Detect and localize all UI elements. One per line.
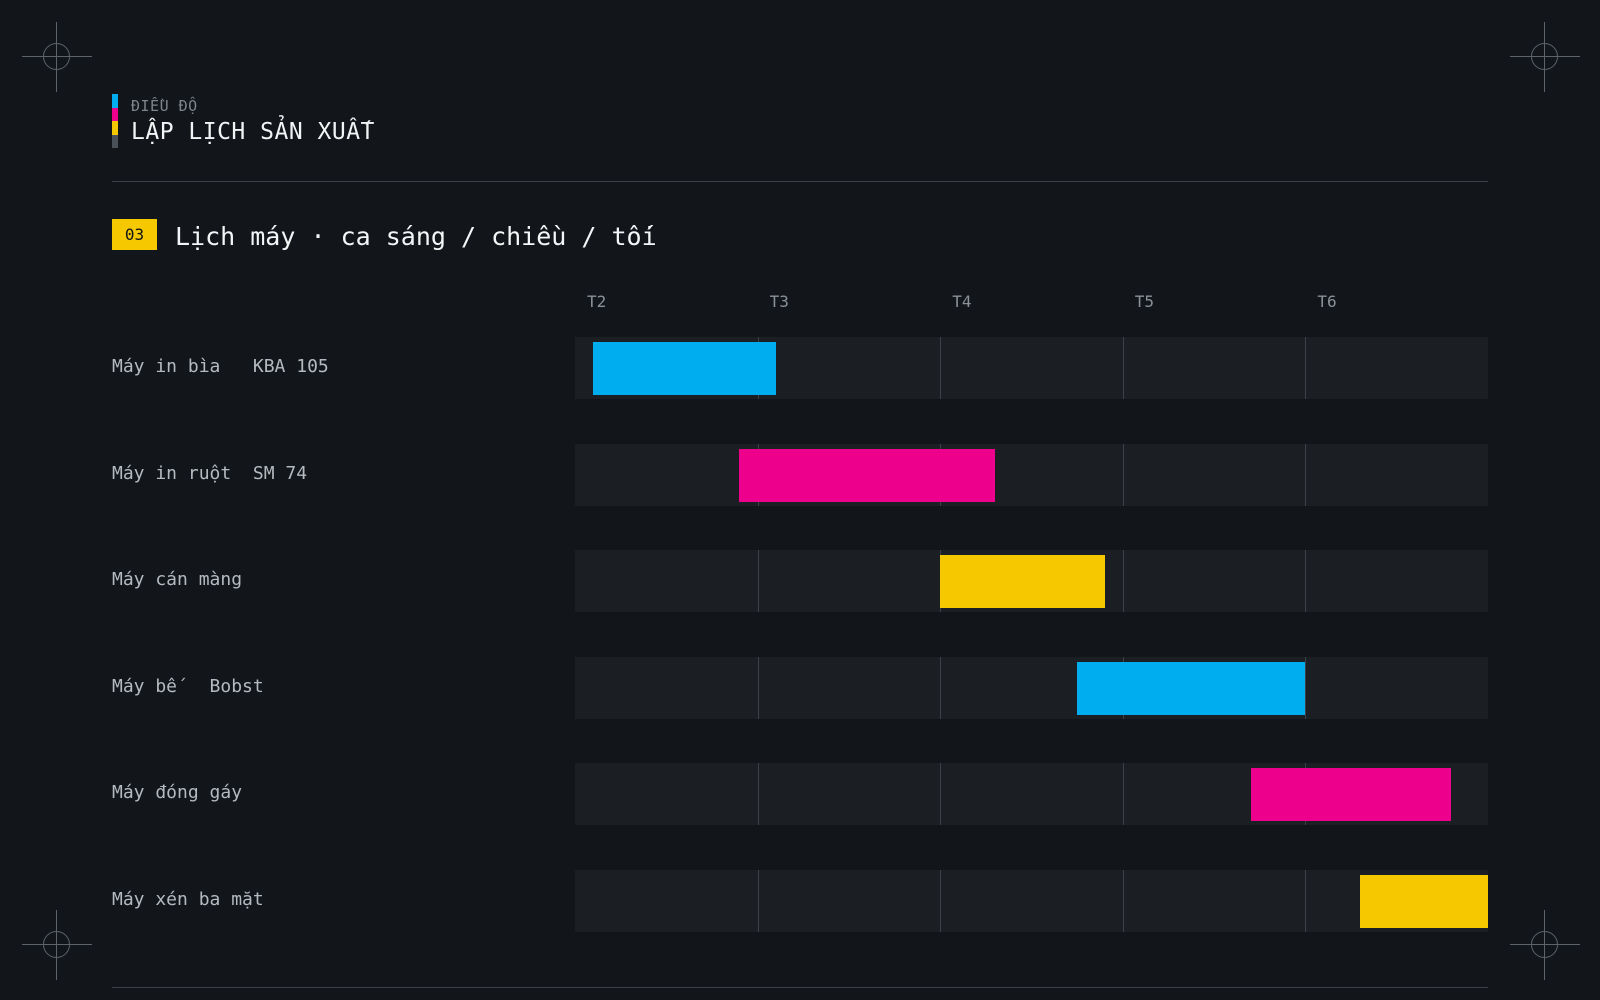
schedule-bar[interactable]	[593, 342, 776, 395]
footer-divider	[112, 987, 1488, 988]
row-track	[575, 443, 1488, 506]
cmyk-color-bar	[112, 94, 118, 148]
day-gridline	[1305, 869, 1307, 932]
schedule-bar[interactable]	[940, 555, 1105, 608]
section-number-badge: 03	[112, 219, 157, 250]
header-divider	[112, 181, 1488, 182]
x-tick-label: T2	[587, 292, 607, 311]
crosshair-top-right	[1510, 22, 1580, 92]
day-gridline	[940, 337, 942, 399]
day-gridline	[1305, 337, 1307, 399]
cmyk-swatch-cyan	[112, 94, 118, 108]
crosshair-top-left	[22, 22, 92, 92]
day-gridline	[1305, 656, 1307, 719]
x-tick-label: T3	[769, 292, 789, 311]
row-track	[575, 869, 1488, 932]
cmyk-swatch-yellow	[112, 121, 118, 135]
page-title: LẬP LỊCH SẢN XUẤT	[131, 119, 375, 145]
row-label: Máy in bìa KBA 105	[112, 356, 329, 377]
schedule-bar[interactable]	[739, 448, 995, 502]
row-label: Máy bế Bobst	[112, 675, 264, 697]
cmyk-swatch-key	[112, 134, 118, 148]
day-gridline	[1305, 550, 1307, 612]
cmyk-swatch-magenta	[112, 107, 118, 121]
x-tick-label: T5	[1134, 292, 1155, 311]
x-tick-label: T6	[1317, 292, 1337, 311]
day-gridline	[940, 763, 942, 825]
day-gridline	[757, 550, 759, 612]
crosshair-bottom-left	[22, 910, 92, 980]
row-track	[575, 656, 1488, 719]
day-gridline	[1122, 763, 1124, 825]
row-label: Máy xén ba mặt	[112, 888, 264, 910]
section-title: Lịch máy · ca sáng / chiều / tối	[175, 222, 657, 251]
x-tick-label: T4	[952, 292, 972, 311]
row-label: Máy in ruột SM 74	[112, 462, 308, 484]
day-gridline	[757, 763, 759, 825]
row-label: Máy cán màng	[112, 569, 243, 590]
day-gridline	[940, 656, 942, 719]
row-label: Máy đóng gáy	[112, 782, 243, 803]
day-gridline	[1122, 443, 1124, 506]
crosshair-bottom-right	[1510, 910, 1580, 980]
day-gridline	[1122, 869, 1124, 932]
day-gridline	[1122, 337, 1124, 399]
header-eyebrow: ĐIỀU ĐỘ	[131, 97, 198, 115]
schedule-bar[interactable]	[1250, 768, 1452, 821]
day-gridline	[940, 869, 942, 932]
day-gridline	[1122, 550, 1124, 612]
schedule-bar[interactable]	[1360, 874, 1488, 928]
day-gridline	[757, 869, 759, 932]
day-gridline	[757, 656, 759, 719]
schedule-bar[interactable]	[1077, 661, 1306, 715]
day-gridline	[1305, 443, 1307, 506]
